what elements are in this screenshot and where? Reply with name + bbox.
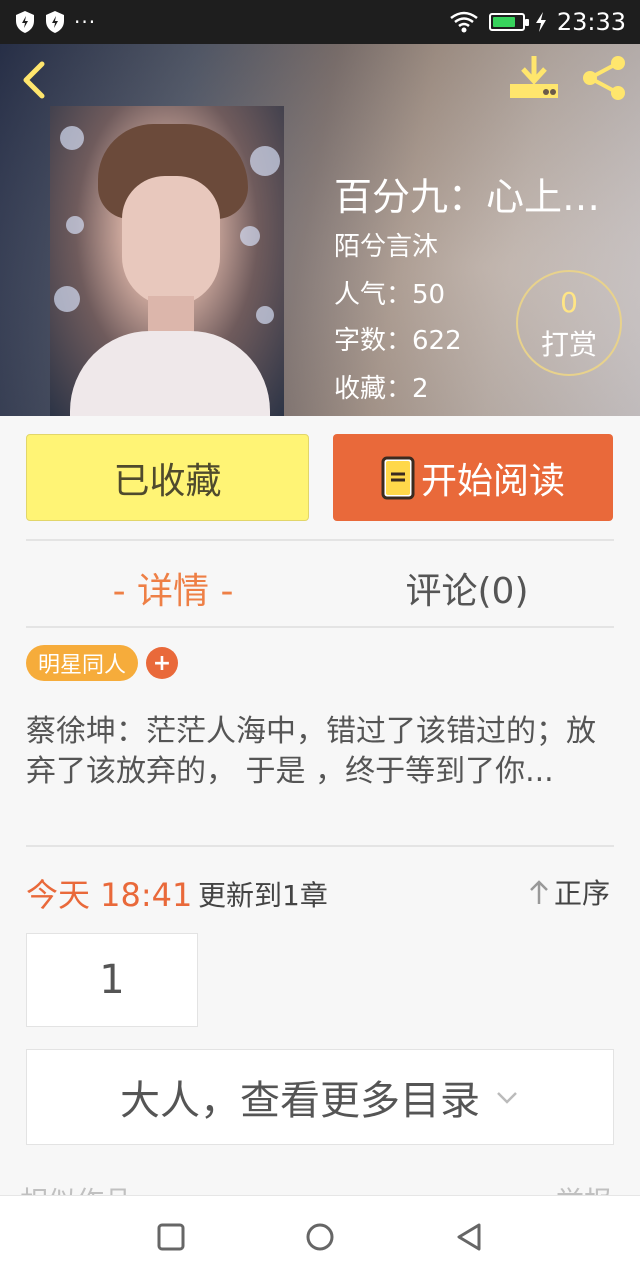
collected-button[interactable]: 已收藏	[26, 434, 309, 521]
wifi-icon	[450, 11, 478, 33]
update-text: 更新到1章	[198, 879, 328, 912]
tab-details[interactable]: - 详情 -	[26, 562, 320, 614]
shield-icon	[16, 11, 34, 33]
charging-icon	[535, 12, 546, 32]
shield-icon	[46, 11, 64, 33]
back-nav-icon[interactable]	[452, 1220, 486, 1254]
more-dots-icon: ···	[74, 10, 97, 34]
favorites-count: 收藏：2	[334, 374, 429, 404]
book-author[interactable]: 陌兮言沐	[334, 226, 438, 263]
divider	[26, 539, 614, 541]
book-icon	[381, 456, 415, 499]
divider	[26, 626, 614, 628]
book-title: 百分九：心上…	[334, 175, 601, 219]
home-icon[interactable]	[303, 1220, 337, 1254]
more-catalog-button[interactable]: 大人，查看更多目录	[26, 1049, 614, 1145]
recent-apps-icon[interactable]	[154, 1220, 188, 1254]
update-time: 今天 18:41	[26, 876, 193, 914]
start-reading-label: 开始阅读	[420, 460, 565, 502]
more-catalog-label: 大人，查看更多目录	[120, 1078, 480, 1124]
reward-button[interactable]: 0 打赏	[516, 270, 622, 376]
divider	[26, 845, 614, 847]
chapter-item[interactable]: 1	[26, 933, 198, 1027]
book-header: 百分九：心上… 陌兮言沐 人气：50 字数：622 收藏：2 0 打赏	[0, 44, 640, 416]
navigation-bar	[0, 1195, 640, 1280]
synopsis[interactable]: 蔡徐坤：茫茫人海中，错过了该错过的；放弃了该放弃的， 于是 ，终于等到了你...	[26, 712, 616, 792]
reward-count: 0	[560, 286, 578, 319]
category-tag[interactable]: 明星同人	[26, 645, 139, 681]
book-cover[interactable]	[50, 106, 284, 416]
start-reading-button[interactable]: 开始阅读	[333, 434, 613, 521]
arrow-up-icon	[530, 880, 548, 904]
clock: 23:33	[556, 8, 626, 36]
sort-order-button[interactable]: 正序	[528, 872, 610, 912]
chevron-down-icon	[497, 1092, 517, 1104]
tab-comments[interactable]: 评论(0)	[320, 562, 614, 614]
battery-icon	[488, 13, 529, 31]
download-icon[interactable]	[506, 54, 562, 102]
back-icon[interactable]	[16, 58, 56, 102]
share-icon[interactable]	[580, 54, 628, 102]
reward-label: 打赏	[540, 328, 597, 361]
word-count: 字数：622	[334, 326, 462, 356]
add-tag-button[interactable]: +	[146, 647, 178, 679]
sort-label: 正序	[554, 877, 611, 910]
status-bar: ··· 23:33	[0, 0, 640, 44]
popularity: 人气：50	[334, 280, 446, 310]
